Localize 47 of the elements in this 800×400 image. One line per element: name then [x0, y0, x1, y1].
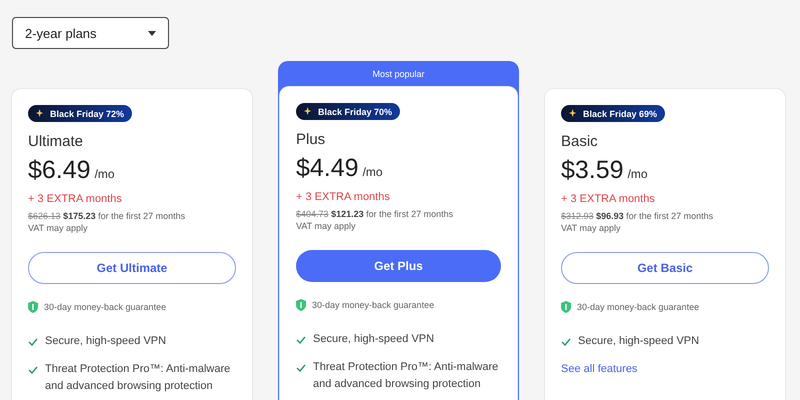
get-plan-button[interactable]: Get Plus	[296, 250, 501, 282]
plan-name: Basic	[561, 133, 599, 150]
get-plan-button[interactable]: Get Ultimate	[28, 252, 236, 284]
check-icon	[561, 338, 571, 346]
guarantee-text: 30-day money-back guarantee	[577, 302, 700, 312]
feature-text: Threat Protection Pro™: Anti-malware and advanced browsing protection	[45, 362, 232, 394]
price-unit: /mo	[628, 167, 648, 181]
feature-text: Secure, high-speed VPN	[578, 334, 700, 349]
guarantee-text: 30-day money-back guarantee	[312, 300, 434, 310]
check-icon	[296, 336, 306, 344]
sparkle-icon	[569, 109, 578, 118]
badge-text: Black Friday 70%	[318, 106, 392, 116]
billing-text: $404.73 $121.23 for the first 27 months	[296, 209, 454, 219]
see-features-link[interactable]: See all features	[561, 363, 769, 375]
badge-text: Black Friday 69%	[583, 108, 658, 118]
price: $6.49	[28, 156, 91, 185]
feature-text: Secure, high-speed VPN	[313, 332, 434, 347]
guarantee-text: 30-day money-back guarantee	[44, 302, 166, 312]
billing-text: $626.13 $175.23 for the first 27 months	[28, 211, 186, 221]
sparkle-icon	[304, 107, 313, 116]
plan-name: Plus	[296, 131, 326, 148]
price-unit: /mo	[362, 165, 383, 179]
check-icon	[28, 366, 38, 374]
get-plan-button[interactable]: Get Basic	[561, 252, 769, 284]
shield-icon	[561, 301, 571, 313]
vat-note: VAT may apply	[561, 223, 622, 233]
price: $3.59	[561, 156, 624, 185]
plan-dropdown[interactable]: 2-year plans	[12, 17, 169, 49]
shield-icon	[28, 301, 38, 313]
extra-months: + 3 EXTRA months	[561, 193, 656, 205]
price: $4.49	[296, 154, 359, 183]
extra-months: + 3 EXTRA months	[28, 193, 123, 205]
shield-icon	[296, 299, 306, 311]
billing-text: $312.93 $96.93 for the first 27 months	[561, 211, 714, 221]
popular-label: Most popular	[371, 68, 426, 81]
feature-text: Threat Protection Pro™: Anti-malware and advanced browsing protection	[313, 360, 500, 392]
badge-text: Black Friday 72%	[50, 108, 124, 118]
vat-note: VAT may apply	[296, 221, 357, 231]
caret-icon	[148, 30, 156, 36]
price-unit: /mo	[94, 167, 115, 181]
check-icon	[296, 364, 306, 372]
plan-name: Ultimate	[28, 133, 84, 150]
check-icon	[28, 338, 38, 346]
sparkle-icon	[36, 109, 45, 118]
extra-months: + 3 EXTRA months	[296, 191, 391, 203]
feature-text: Secure, high-speed VPN	[45, 334, 166, 349]
vat-note: VAT may apply	[28, 223, 89, 233]
